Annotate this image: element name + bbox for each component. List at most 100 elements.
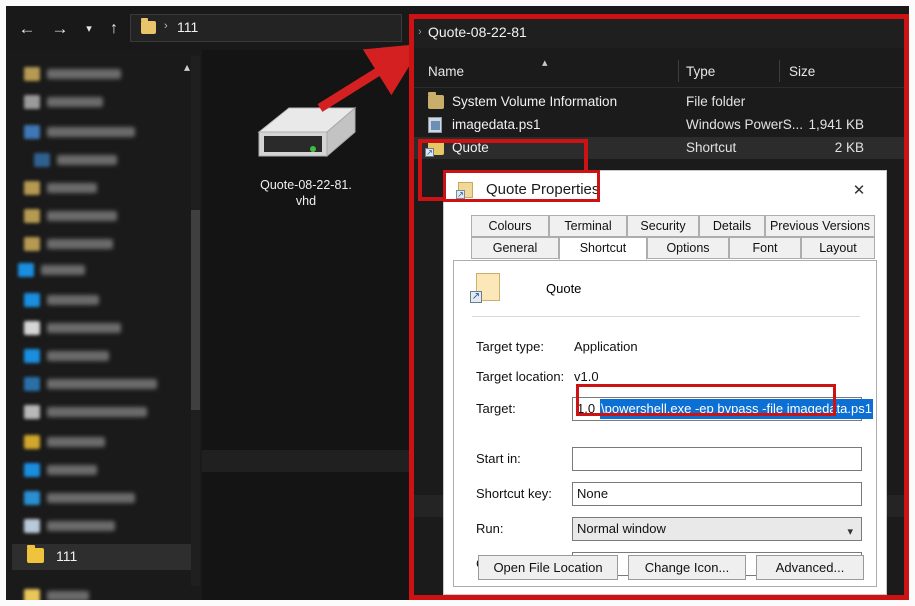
sidebar-item[interactable] <box>24 346 109 365</box>
folder-icon <box>24 434 40 449</box>
sidebar-item[interactable] <box>24 64 121 83</box>
folder-icon <box>24 180 40 195</box>
shortcut-tab-panel: ↗ Quote Target type: Application Target … <box>453 260 877 587</box>
folder-icon <box>24 236 40 251</box>
screenshot-root: ← → ▾ ↑ › 111 ▴ 111 Quote-08-22-81. vhd … <box>0 0 915 606</box>
folder-icon <box>34 152 50 167</box>
vhd-label: Quote-08-22-81. vhd <box>226 177 386 209</box>
run-dropdown[interactable]: Normal window ▾ <box>572 517 862 541</box>
tab-details[interactable]: Details <box>699 215 765 237</box>
tab-row-secondary: Colours Terminal Security Details Previous V… <box>453 215 877 237</box>
chevron-up-icon[interactable]: ▴ <box>184 60 190 74</box>
sidebar-item[interactable] <box>24 234 113 253</box>
sidebar-item[interactable] <box>34 150 117 169</box>
tab-shortcut[interactable]: Shortcut <box>559 237 647 260</box>
sidebar-item-label: 111 <box>56 548 78 564</box>
annotation-box-target <box>576 384 836 416</box>
folder-icon <box>24 490 40 505</box>
tab-row-primary: General Shortcut Options Font Layout <box>453 237 877 260</box>
sidebar-item[interactable] <box>24 122 135 141</box>
sidebar-item-label <box>47 68 121 79</box>
folder-icon <box>24 588 40 600</box>
sidebar-item-label <box>57 154 117 165</box>
folder-icon <box>18 262 34 277</box>
close-icon[interactable]: ✕ <box>848 182 870 200</box>
back-icon[interactable]: ← <box>16 18 38 40</box>
quote-properties-dialog: ↗ Quote Properties ✕ Colours Terminal Secu… <box>443 170 887 595</box>
folder-icon <box>141 18 156 34</box>
sidebar-item-label <box>41 264 85 275</box>
sidebar-item-label <box>47 96 103 107</box>
start-in-input[interactable] <box>572 447 862 471</box>
sidebar-item[interactable] <box>24 178 97 197</box>
breadcrumb-separator: › <box>164 20 168 32</box>
sidebar-item-label <box>47 350 109 361</box>
sidebar-scrollbar-thumb[interactable] <box>191 210 200 410</box>
sidebar-item-label <box>47 238 113 249</box>
sidebar-item-label <box>47 378 157 389</box>
sidebar-item[interactable] <box>24 206 117 225</box>
chevron-down-icon[interactable]: ▾ <box>847 521 853 543</box>
screenshot-canvas: ← → ▾ ↑ › 111 ▴ 111 Quote-08-22-81. vhd … <box>6 6 909 600</box>
tab-security[interactable]: Security <box>627 215 699 237</box>
sidebar-item-label <box>47 436 105 447</box>
tab-options[interactable]: Options <box>647 237 729 259</box>
folder-icon <box>24 208 40 223</box>
tab-previous-versions[interactable]: Previous Versions <box>765 215 875 237</box>
explorer-status-bar <box>202 450 409 472</box>
shortcut-key-input[interactable]: None <box>572 482 862 506</box>
sidebar-item[interactable] <box>24 402 147 421</box>
sidebar-item[interactable] <box>24 488 135 507</box>
folder-icon <box>24 462 40 477</box>
sidebar-item-label <box>47 322 121 333</box>
sidebar-item-label <box>47 520 115 531</box>
start-in-label: Start in: <box>476 451 521 466</box>
folder-icon <box>24 66 40 81</box>
target-label: Target: <box>476 401 516 416</box>
tab-layout[interactable]: Layout <box>801 237 875 259</box>
sidebar-item[interactable] <box>24 586 89 600</box>
up-icon[interactable]: ↑ <box>103 18 125 40</box>
folder-icon <box>24 124 40 139</box>
red-arrow-icon <box>317 43 423 112</box>
forward-icon[interactable]: → <box>49 18 71 40</box>
folder-icon <box>24 94 40 109</box>
tab-font[interactable]: Font <box>729 237 801 259</box>
sidebar-item-label <box>47 182 97 193</box>
folder-icon <box>24 376 40 391</box>
sidebar-item[interactable] <box>24 516 115 535</box>
sidebar-item[interactable] <box>18 260 85 279</box>
sidebar-item[interactable] <box>24 290 99 309</box>
target-type-value: Application <box>574 339 638 354</box>
chevron-down-icon[interactable]: ▾ <box>78 18 100 40</box>
shortcut-key-label: Shortcut key: <box>476 486 552 501</box>
shortcut-name: Quote <box>546 281 582 296</box>
tab-general[interactable]: General <box>471 237 559 259</box>
sidebar-item[interactable] <box>24 460 97 479</box>
run-value: Normal window <box>577 521 666 536</box>
sidebar-item[interactable] <box>24 318 121 337</box>
sidebar-item[interactable] <box>24 432 105 451</box>
advanced-button[interactable]: Advanced... <box>756 555 864 580</box>
vhd-label-line2: vhd <box>295 194 317 208</box>
folder-icon <box>24 320 40 335</box>
folder-icon <box>24 292 40 307</box>
sidebar-item-label <box>47 210 117 221</box>
sidebar-item-label <box>47 294 99 305</box>
annotation-box-dialog-title <box>443 170 600 202</box>
sidebar-item[interactable] <box>24 92 103 111</box>
vhd-label-line1: Quote-08-22-81. <box>260 178 352 192</box>
folder-icon <box>24 348 40 363</box>
navigation-sidebar[interactable]: ▴ 111 <box>6 50 202 600</box>
target-location-value: v1.0 <box>574 369 599 384</box>
shortcut-overlay-icon: ↗ <box>470 291 482 303</box>
sidebar-item-label <box>47 406 147 417</box>
sidebar-item[interactable] <box>24 374 157 393</box>
sidebar-item-111[interactable]: 111 <box>12 544 196 570</box>
folder-icon <box>24 518 40 533</box>
change-icon-button[interactable]: Change Icon... <box>628 555 746 580</box>
sidebar-item-label <box>47 464 97 475</box>
tab-terminal[interactable]: Terminal <box>549 215 627 237</box>
tab-colours[interactable]: Colours <box>471 215 549 237</box>
open-file-location-button[interactable]: Open File Location <box>478 555 618 580</box>
